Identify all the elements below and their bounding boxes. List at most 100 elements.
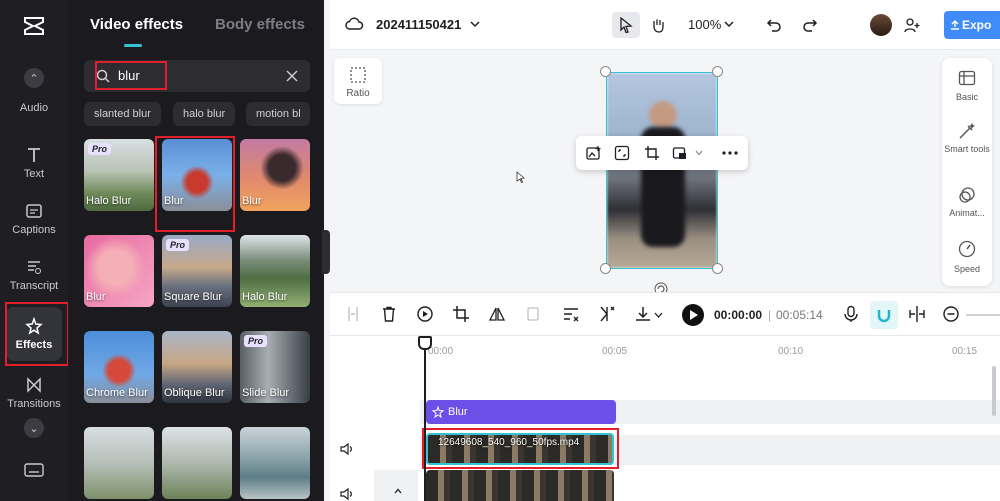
timeline: 00:00 00:05 00:10 00:15 Blur 12649608_54… xyxy=(330,336,1000,501)
avatar[interactable] xyxy=(870,14,892,36)
mirror-icon[interactable] xyxy=(524,305,542,323)
chevron-down-icon[interactable] xyxy=(654,312,663,318)
select-tool-button[interactable] xyxy=(612,12,640,38)
timeline-toolbar: 00:00:00 | 00:05:14 xyxy=(330,292,1000,336)
properties-smart-tools[interactable]: Smart tools xyxy=(942,122,992,154)
keyboard-icon[interactable] xyxy=(24,462,44,478)
pro-badge: Pro xyxy=(88,143,112,155)
suggestion-chip[interactable]: motion bl xyxy=(246,102,310,126)
rail-item-label: Transitions xyxy=(7,398,61,410)
ratio-button[interactable]: Ratio xyxy=(334,58,382,104)
effect-tile[interactable] xyxy=(162,427,232,499)
effect-tile[interactable] xyxy=(240,427,310,499)
properties-animation[interactable]: Animat... xyxy=(942,186,992,218)
transitions-icon xyxy=(27,377,41,393)
rail-item-label: Transcript xyxy=(9,280,59,292)
zoom-slider[interactable] xyxy=(966,314,1000,316)
properties-label: Speed xyxy=(953,264,981,274)
highlight-search xyxy=(95,61,167,90)
rail-item-label: Captions xyxy=(12,224,56,236)
chevron-up-icon[interactable] xyxy=(394,488,402,494)
effect-tile[interactable]: Pro Slide Blur xyxy=(240,331,310,403)
volume-icon[interactable] xyxy=(340,442,354,456)
resize-handle[interactable] xyxy=(600,66,611,77)
microphone-icon[interactable] xyxy=(842,305,860,323)
properties-label: Basic xyxy=(955,92,978,102)
freeze-icon[interactable] xyxy=(416,305,434,323)
volume-icon[interactable] xyxy=(340,487,354,501)
cloud-icon[interactable] xyxy=(344,16,364,32)
effect-tile[interactable]: Pro Square Blur xyxy=(162,235,232,307)
effect-tile[interactable] xyxy=(84,427,154,499)
redo-icon[interactable] xyxy=(802,17,818,33)
rail-item-text[interactable]: Text xyxy=(6,138,62,188)
zoom-chevron-icon[interactable] xyxy=(724,20,734,28)
effect-tile[interactable]: Chrome Blur xyxy=(84,331,154,403)
delete-icon[interactable] xyxy=(380,305,398,323)
effect-clip[interactable]: Blur xyxy=(426,400,616,424)
video-clip-secondary[interactable] xyxy=(426,470,614,501)
hand-tool-button[interactable] xyxy=(644,12,672,38)
undo-icon[interactable] xyxy=(766,17,782,33)
effect-label: Square Blur xyxy=(164,291,223,303)
suggestion-chip[interactable]: halo blur xyxy=(173,102,236,126)
video-preview[interactable] xyxy=(606,72,718,269)
left-rail: ⌃ Audio Text Captions Transcript Effects… xyxy=(0,0,69,501)
download-icon[interactable] xyxy=(634,305,652,323)
auto-snap-button[interactable] xyxy=(870,301,898,329)
crop-icon[interactable] xyxy=(644,145,660,161)
tab-video-effects[interactable]: Video effects xyxy=(90,16,183,33)
captions-icon xyxy=(26,204,42,218)
resize-handle[interactable] xyxy=(712,66,723,77)
play-button[interactable] xyxy=(682,304,704,326)
effect-tile[interactable]: Blur xyxy=(84,235,154,307)
clear-search-icon[interactable] xyxy=(286,70,298,82)
highlight-video-clip xyxy=(422,428,619,469)
suggestion-chip[interactable]: slanted blur xyxy=(84,102,161,126)
rail-item-captions[interactable]: Captions xyxy=(6,194,62,244)
crop-icon[interactable] xyxy=(452,305,470,323)
effect-tile[interactable]: Halo Blur xyxy=(240,235,310,307)
mask-icon[interactable] xyxy=(672,145,688,161)
fit-icon[interactable] xyxy=(614,145,630,161)
chevron-down-icon[interactable] xyxy=(470,20,480,28)
properties-label: Smart tools xyxy=(944,144,990,154)
play-icon xyxy=(690,310,698,320)
pro-badge: Pro xyxy=(166,239,190,251)
add-user-icon[interactable] xyxy=(904,17,920,33)
playhead[interactable] xyxy=(424,336,426,501)
time-tick: 00:10 xyxy=(778,346,804,357)
properties-speed[interactable]: Speed xyxy=(942,240,992,274)
chevron-down-icon[interactable] xyxy=(695,150,703,156)
split-icon[interactable] xyxy=(344,305,362,323)
export-label: Expo xyxy=(962,18,992,32)
project-name[interactable]: 202411150421 xyxy=(376,17,461,32)
export-button[interactable]: Expo xyxy=(944,11,1000,39)
resize-handle[interactable] xyxy=(712,263,723,274)
speed-icon xyxy=(958,240,976,258)
effect-tile[interactable]: Pro Halo Blur xyxy=(84,139,154,211)
zoom-level[interactable]: 100% xyxy=(688,17,721,32)
timeline-scrollbar[interactable] xyxy=(992,366,996,416)
rail-item-transcript[interactable]: Transcript xyxy=(6,250,62,300)
effect-tile[interactable]: Oblique Blur xyxy=(162,331,232,403)
properties-basic[interactable]: Basic xyxy=(942,70,992,102)
rail-item-transitions[interactable]: Transitions xyxy=(6,368,62,418)
rail-item-audio[interactable]: Audio xyxy=(6,88,62,128)
collapse-panel-handle[interactable] xyxy=(322,230,330,274)
speed-curve-icon[interactable] xyxy=(562,305,580,323)
replace-image-icon[interactable] xyxy=(586,145,602,161)
zoom-out-icon[interactable] xyxy=(942,305,960,323)
playhead-handle[interactable] xyxy=(418,336,432,350)
resize-handle[interactable] xyxy=(600,263,611,274)
more-icon[interactable] xyxy=(722,151,738,155)
magnet-icon xyxy=(877,310,891,323)
flip-icon[interactable] xyxy=(488,305,506,323)
effect-tile[interactable]: Blur xyxy=(240,139,310,211)
rail-scroll-up-icon[interactable]: ⌃ xyxy=(24,68,44,88)
tab-body-effects[interactable]: Body effects xyxy=(215,16,305,33)
split-screen-icon[interactable] xyxy=(908,305,926,323)
rail-scroll-down-icon[interactable]: ⌄ xyxy=(24,418,44,438)
split-scene-icon[interactable] xyxy=(598,305,616,323)
effects-icon xyxy=(432,406,444,418)
